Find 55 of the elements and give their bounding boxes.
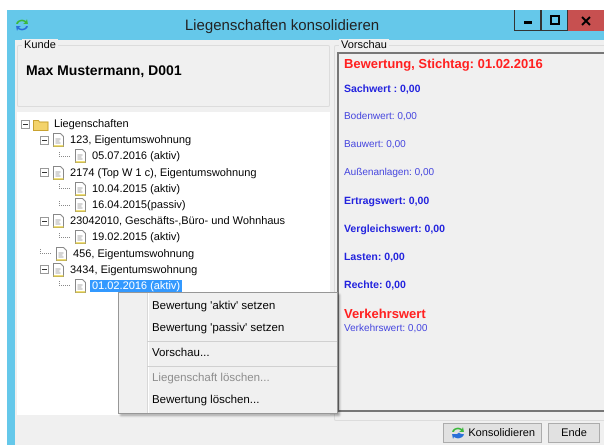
- folder-icon: [33, 118, 49, 131]
- tree-item[interactable]: 456, Eigentumswohnung: [71, 248, 196, 260]
- menu-item[interactable]: Bewertung 'aktiv' setzen: [119, 295, 337, 317]
- preview-heading: Verkehrswert: [344, 306, 426, 322]
- minimize-button[interactable]: [514, 10, 541, 31]
- preview-value: Vergleichswert: 0,00: [344, 222, 445, 236]
- group-label: Vorschau: [339, 39, 389, 51]
- tree-item[interactable]: 3434, Eigentumswohnung: [68, 264, 200, 276]
- collapse-icon[interactable]: [40, 216, 49, 226]
- collapse-icon[interactable]: [21, 120, 30, 129]
- preview-value: Verkehrswert: 0,00: [344, 322, 428, 336]
- preview-value: Bodenwert: 0,00: [344, 110, 417, 124]
- document-icon: [52, 214, 65, 228]
- menu-item[interactable]: Bewertung 'passiv' setzen: [119, 317, 337, 339]
- preview-heading: Bewertung, Stichtag: 01.02.2016: [344, 56, 543, 72]
- menu-item[interactable]: Bewertung löschen...: [119, 389, 337, 411]
- sync-icon: [14, 17, 30, 33]
- collapse-icon[interactable]: [40, 136, 49, 145]
- group-label: Kunde: [22, 39, 58, 51]
- preview-value: Ertragswert: 0,00: [344, 194, 430, 208]
- consolidate-button[interactable]: Konsolidieren: [443, 423, 542, 443]
- tree-item[interactable]: 10.04.2015 (aktiv): [90, 182, 182, 195]
- maximize-button[interactable]: [541, 10, 568, 31]
- tree-item[interactable]: 2174 (Top W 1 c), Eigentumswohnung: [68, 166, 258, 179]
- menu-item[interactable]: Vorschau...: [147, 341, 337, 364]
- preview-value: Lasten: 0,00: [344, 250, 405, 264]
- collapse-icon[interactable]: [40, 168, 49, 178]
- maximize-icon: [550, 15, 560, 25]
- preview-value: Außenanlagen: 0,00: [344, 166, 434, 180]
- preview-value: Sachwert : 0,00: [344, 82, 420, 96]
- document-icon: [74, 182, 87, 196]
- end-button[interactable]: Ende: [548, 423, 600, 443]
- document-icon: [74, 230, 87, 244]
- document-icon: [52, 166, 65, 180]
- document-icon: [74, 198, 87, 212]
- preview-value: Bauwert: 0,00: [344, 138, 406, 152]
- customer-name: Max Mustermann, D001: [26, 62, 182, 78]
- collapse-icon[interactable]: [40, 265, 49, 274]
- document-icon: [55, 246, 68, 261]
- tree-item[interactable]: 19.02.2015 (aktiv): [90, 231, 182, 244]
- tree-item[interactable]: 16.04.2015(passiv): [90, 199, 188, 212]
- tree-item[interactable]: Liegenschaften: [52, 118, 131, 130]
- document-icon: [52, 133, 65, 148]
- tree-item[interactable]: 05.07.2016 (aktiv): [90, 150, 182, 162]
- window-title: Liegenschaften konsolidieren: [184, 16, 380, 34]
- sync-icon: [450, 425, 466, 441]
- document-icon: [74, 149, 87, 164]
- close-button[interactable]: [568, 10, 604, 31]
- close-icon: [581, 16, 591, 26]
- tree-item[interactable]: 23042010, Geschäfts-,Büro- und Wohnhaus: [68, 215, 288, 228]
- menu-item: Liegenschaft löschen...: [147, 366, 337, 389]
- document-icon: [74, 278, 87, 293]
- document-icon: [52, 262, 65, 277]
- tree-item[interactable]: 123, Eigentumswohnung: [68, 134, 194, 146]
- preview-value: Rechte: 0,00: [344, 278, 406, 292]
